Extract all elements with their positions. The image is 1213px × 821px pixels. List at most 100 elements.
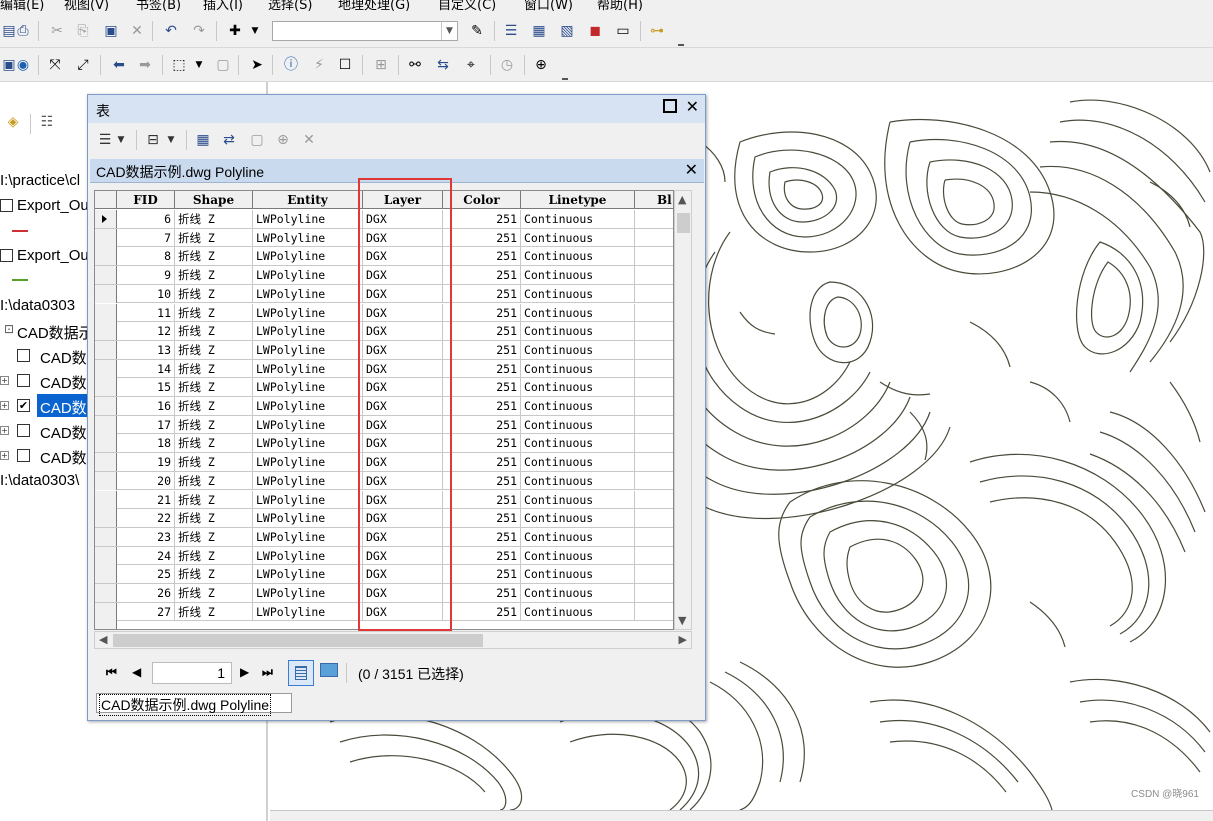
cell-shape[interactable]: 折线 Z (175, 434, 253, 453)
toc-layer-export-2[interactable]: Export_Ou (17, 247, 89, 264)
row-selector[interactable] (95, 284, 117, 303)
row-selector[interactable] (95, 565, 117, 584)
cell-entity[interactable]: LWPolyline (253, 247, 363, 266)
select-by-attributes-icon[interactable]: ▦ (194, 131, 212, 149)
editor-icon[interactable]: ✎ (468, 22, 486, 40)
find-binoculars-icon[interactable]: ⚯ (406, 56, 424, 74)
cell-entity[interactable]: LWPolyline (253, 378, 363, 397)
cell-color[interactable]: 251 (443, 434, 521, 453)
cell-color[interactable]: 251 (443, 228, 521, 247)
cell-linetype[interactable]: Continuous (521, 322, 635, 341)
chevron-down-icon[interactable]: ▼ (246, 22, 264, 40)
cell-shape[interactable]: 折线 Z (175, 397, 253, 415)
cell-fid[interactable]: 18 (117, 434, 175, 453)
clear-selection-icon[interactable]: ▢ (248, 131, 266, 149)
delete-selected-icon[interactable]: ✕ (300, 131, 318, 149)
cell-shape[interactable]: 折线 Z (175, 565, 253, 584)
menu-bookmarks[interactable]: 书签(B) (136, 0, 181, 13)
cell-fid[interactable]: 17 (117, 415, 175, 434)
cell-fid[interactable]: 11 (117, 303, 175, 322)
cell-shape[interactable]: 折线 Z (175, 247, 253, 266)
cell-color[interactable]: 251 (443, 509, 521, 528)
cell-shape[interactable]: 折线 Z (175, 359, 253, 378)
scroll-thumb[interactable] (113, 634, 483, 647)
cell-fid[interactable]: 20 (117, 471, 175, 490)
toc-workspace-data0303[interactable]: I:\data0303 (0, 297, 75, 314)
vertical-scrollbar[interactable]: ▲ ▼ (674, 190, 692, 630)
first-record-icon[interactable]: ⏮ (106, 665, 117, 680)
cell-fid[interactable]: 25 (117, 565, 175, 584)
magnifier-window-icon[interactable]: ⊕ (532, 56, 550, 74)
cell-fid[interactable]: 13 (117, 340, 175, 359)
cell-linetype[interactable]: Continuous (521, 602, 635, 621)
cell-fid[interactable]: 12 (117, 322, 175, 341)
cell-entity[interactable]: LWPolyline (253, 471, 363, 490)
horizontal-scrollbar[interactable]: ◀ ▶ (94, 631, 692, 649)
toc-workspace-practice[interactable]: I:\practice\cl (0, 172, 80, 189)
column-header-linetype[interactable]: Linetype (521, 191, 635, 209)
toc-cad-layer-3-selected[interactable]: CAD数 (40, 397, 87, 418)
cell-shape[interactable]: 折线 Z (175, 303, 253, 322)
chevron-down-icon[interactable]: ▼ (112, 131, 130, 149)
cell-shape[interactable]: 折线 Z (175, 210, 253, 228)
cell-block[interactable] (635, 491, 673, 509)
row-selector[interactable] (95, 490, 117, 509)
show-selected-records-icon[interactable] (320, 663, 338, 677)
expand-icon[interactable]: + (0, 401, 9, 410)
checkbox-cad-5[interactable] (17, 449, 30, 462)
cell-block[interactable] (635, 210, 673, 228)
scale-combo[interactable]: ▼ (272, 21, 458, 41)
row-selector[interactable] (95, 453, 117, 472)
cell-linetype[interactable]: Continuous (521, 303, 635, 322)
checkbox-export-2[interactable] (0, 249, 13, 262)
cell-shape[interactable]: 折线 Z (175, 527, 253, 546)
toc-cad-dataset[interactable]: CAD数据示 (17, 322, 94, 343)
show-all-records-button[interactable] (288, 660, 314, 686)
menu-select[interactable]: 选择(S) (268, 0, 312, 13)
cell-linetype[interactable]: Continuous (521, 565, 635, 584)
next-record-icon[interactable]: ▶ (240, 665, 249, 679)
cell-entity[interactable]: LWPolyline (253, 584, 363, 602)
row-selector[interactable] (95, 359, 117, 378)
cell-fid[interactable]: 8 (117, 247, 175, 266)
cell-shape[interactable]: 折线 Z (175, 378, 253, 397)
cell-color[interactable]: 251 (443, 565, 521, 584)
cell-linetype[interactable]: Continuous (521, 359, 635, 378)
globe-icon[interactable]: ◉ (14, 56, 32, 74)
checkbox-cad-3-checked[interactable]: ✔ (17, 399, 30, 412)
cell-block[interactable] (635, 528, 673, 546)
go-to-xy-icon[interactable]: ⌖ (462, 56, 480, 74)
column-header-entity[interactable]: Entity (253, 191, 363, 209)
cell-linetype[interactable]: Continuous (521, 546, 635, 565)
cell-color[interactable]: 251 (443, 397, 521, 415)
cell-fid[interactable]: 24 (117, 546, 175, 565)
scroll-right-icon[interactable]: ▶ (679, 633, 687, 646)
menu-edit[interactable]: 编辑(E) (0, 0, 44, 13)
redo-icon[interactable]: ↷ (190, 22, 208, 40)
cell-entity[interactable]: LWPolyline (253, 397, 363, 415)
cell-entity[interactable]: LWPolyline (253, 453, 363, 472)
checkbox-export-1[interactable] (0, 199, 13, 212)
cell-block[interactable] (635, 285, 673, 303)
copy-icon[interactable]: ⎘ (74, 22, 92, 40)
scroll-thumb[interactable] (677, 213, 690, 233)
scroll-left-icon[interactable]: ◀ (99, 633, 107, 646)
cell-color[interactable]: 251 (443, 247, 521, 266)
list-by-source-icon[interactable]: ◈ (4, 113, 22, 131)
row-selector[interactable] (95, 247, 117, 266)
catalog-icon[interactable]: ▦ (530, 22, 548, 40)
bottom-table-tab[interactable]: CAD数据示例.dwg Polyline (96, 693, 292, 716)
add-data-icon[interactable]: ✚ (226, 22, 244, 40)
cell-fid[interactable]: 7 (117, 228, 175, 247)
cell-color[interactable]: 251 (443, 359, 521, 378)
cell-color[interactable]: 251 (443, 210, 521, 228)
cell-entity[interactable]: LWPolyline (253, 527, 363, 546)
row-selector[interactable] (95, 378, 117, 397)
menu-insert[interactable]: 插入(I) (203, 0, 243, 13)
undo-icon[interactable]: ↶ (162, 22, 180, 40)
row-selector[interactable] (95, 340, 117, 359)
list-by-drawing-order-icon[interactable]: ☷ (38, 113, 56, 131)
current-record-field[interactable]: 1 (152, 662, 232, 684)
row-selector[interactable] (95, 210, 117, 228)
toc-cad-layer-1[interactable]: CAD数 (40, 347, 87, 368)
